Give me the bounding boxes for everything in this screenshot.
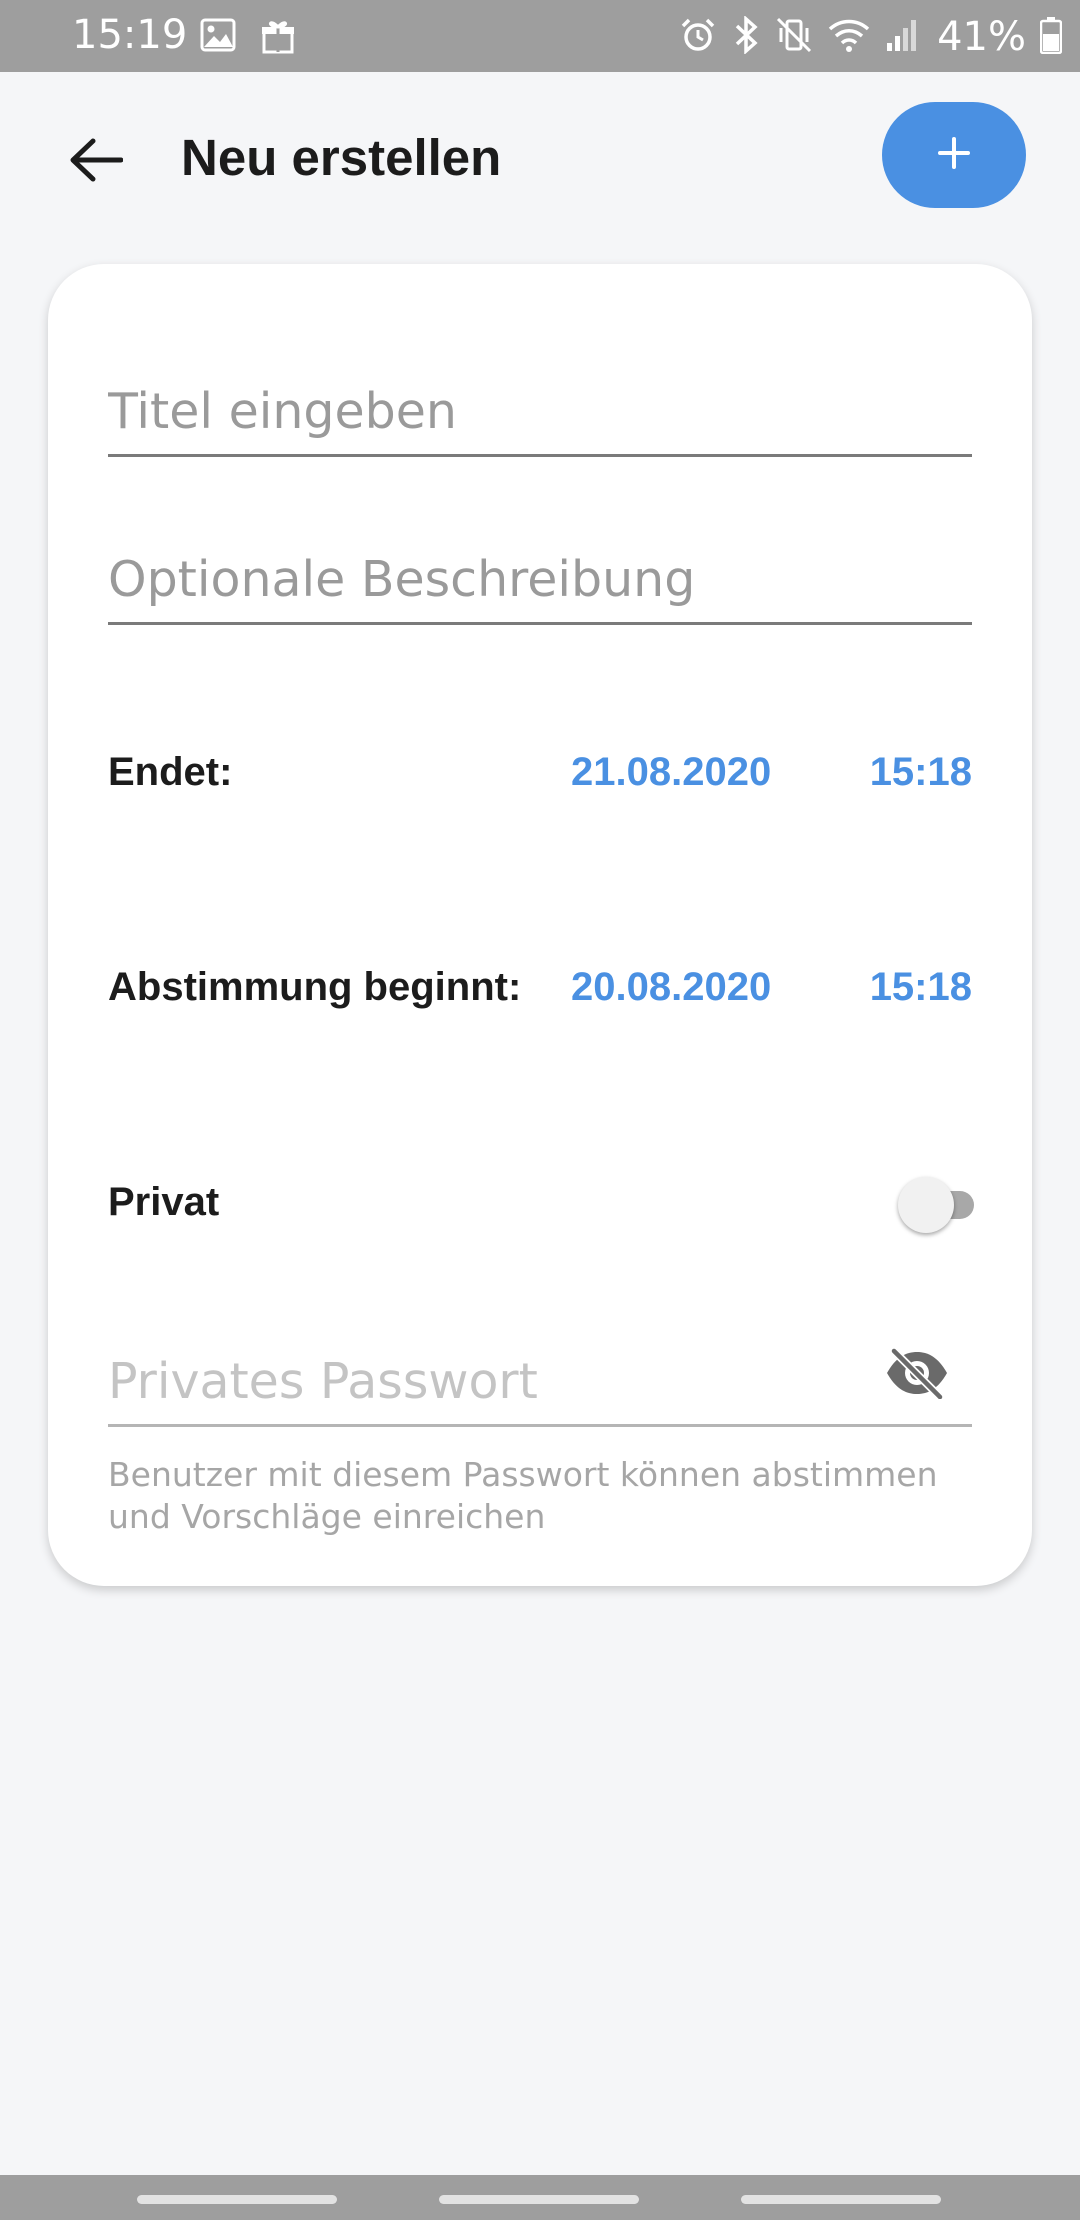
description-input[interactable] [108, 551, 888, 608]
ends-time-picker[interactable]: 15:18 [870, 750, 972, 795]
status-time: 15:19 [72, 12, 188, 58]
status-bar: 15:19 41% [0, 0, 1080, 72]
alarm-icon [679, 16, 717, 59]
ends-label: Endet: [108, 750, 233, 794]
title-input[interactable] [108, 383, 888, 440]
image-icon [200, 18, 236, 59]
starts-date-picker[interactable]: 20.08.2020 [571, 965, 771, 1010]
wifi-icon [827, 17, 871, 58]
starts-row: Abstimmung beginnt: 20.08.2020 15:18 [108, 955, 972, 1025]
ends-date-picker[interactable]: 21.08.2020 [571, 750, 771, 795]
nav-back-button[interactable] [741, 2195, 941, 2204]
system-navigation-bar [0, 2175, 1080, 2220]
app-bar: Neu erstellen [0, 72, 1080, 242]
password-helper-text: Benutzer mit diesem Passwort können abst… [108, 1455, 938, 1536]
arrow-left-icon [69, 138, 124, 187]
title-field [108, 354, 972, 457]
create-form-card: Endet: 21.08.2020 15:18 Abstimmung begin… [48, 264, 1032, 1586]
starts-time-picker[interactable]: 15:18 [870, 965, 972, 1010]
description-field [108, 522, 972, 625]
ends-row: Endet: 21.08.2020 15:18 [108, 740, 972, 810]
password-field [108, 1324, 972, 1427]
starts-label: Abstimmung beginnt: [108, 965, 522, 1009]
toggle-thumb [898, 1177, 954, 1233]
battery-icon [1039, 16, 1063, 59]
add-button[interactable] [882, 102, 1026, 208]
password-visibility-toggle[interactable] [882, 1340, 952, 1410]
nav-recents-button[interactable] [137, 2195, 337, 2204]
private-label: Privat [108, 1180, 220, 1224]
status-notification-icons [200, 18, 296, 59]
gift-icon [260, 18, 296, 59]
signal-icon [885, 17, 919, 58]
private-toggle[interactable] [898, 1174, 984, 1236]
status-system-icons: 41% [679, 14, 1063, 60]
private-row: Privat [108, 1170, 974, 1240]
battery-percentage: 41% [937, 14, 1026, 60]
eye-off-icon [884, 1347, 950, 1404]
bluetooth-icon [731, 14, 761, 59]
vibrate-icon [775, 16, 813, 59]
page-title: Neu erstellen [181, 129, 502, 186]
password-input[interactable] [108, 1353, 888, 1410]
back-button[interactable] [56, 122, 136, 202]
plus-icon [936, 135, 972, 176]
nav-home-button[interactable] [439, 2195, 639, 2204]
